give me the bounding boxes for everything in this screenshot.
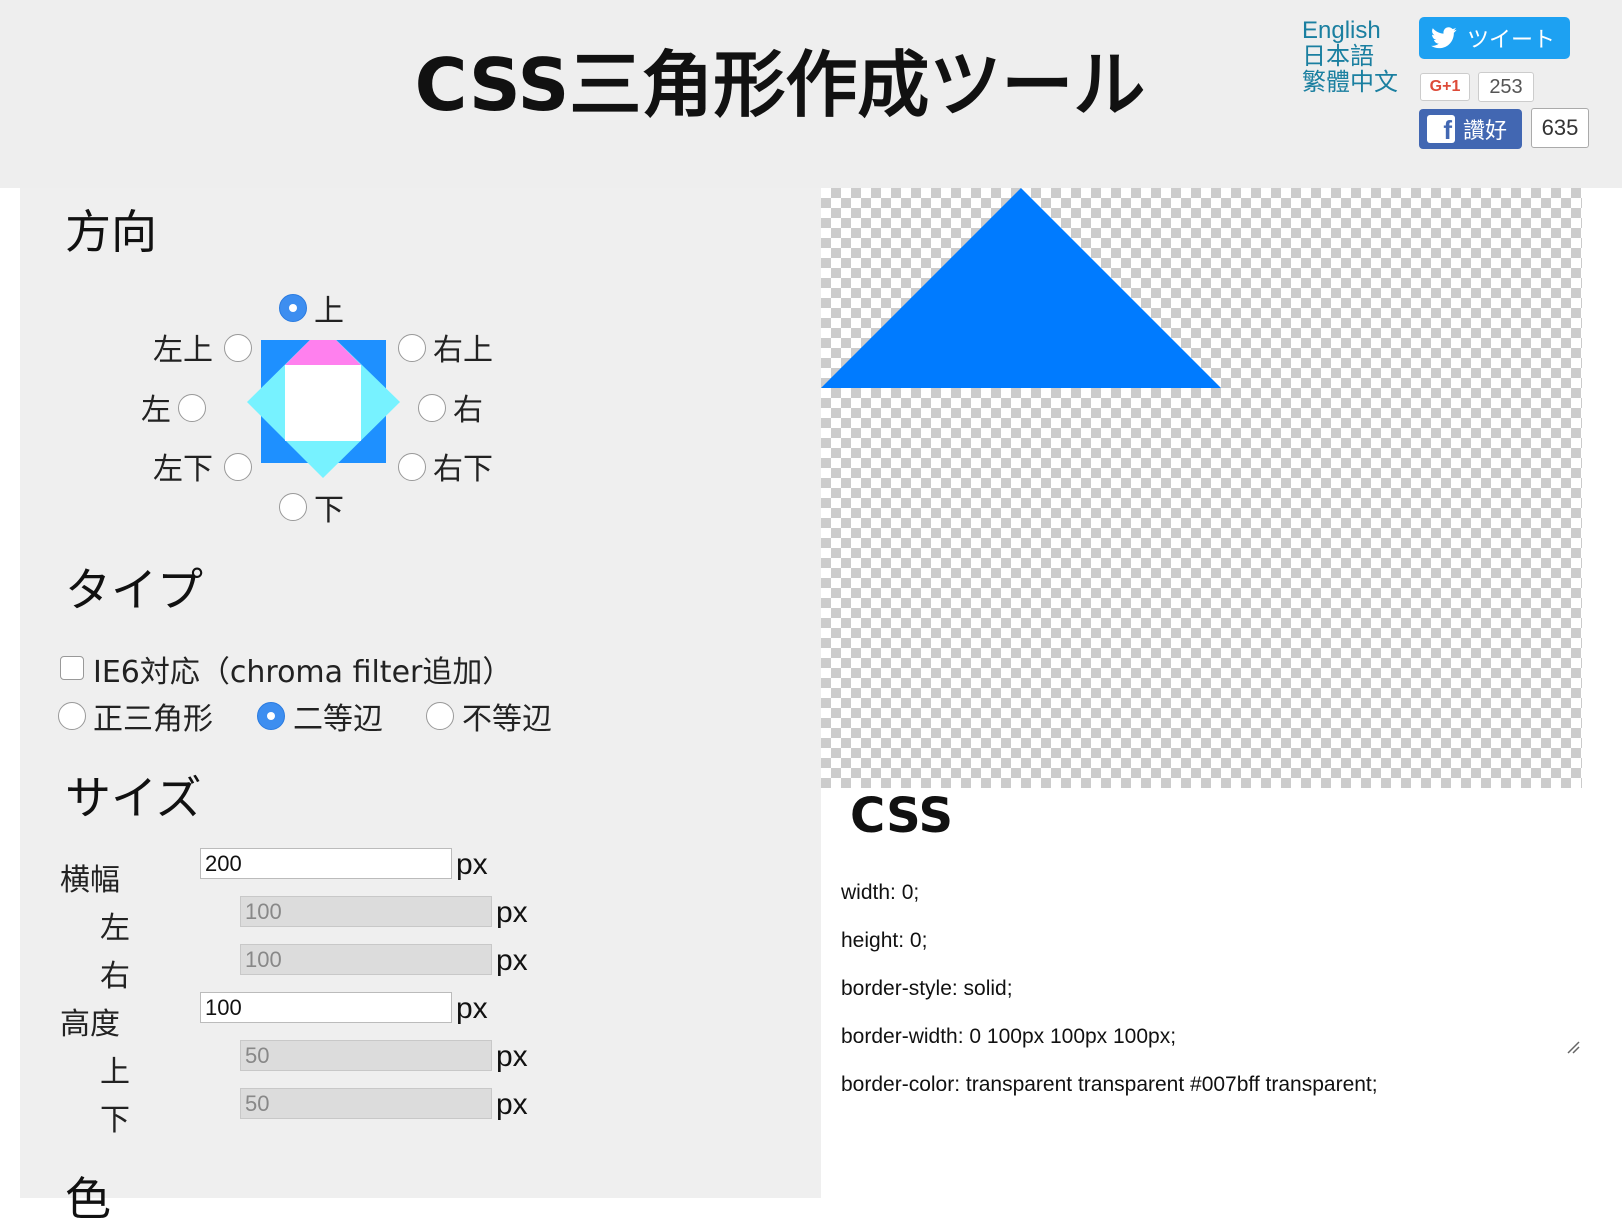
right-width-label: 右 xyxy=(100,959,130,994)
css-heading: CSS xyxy=(850,788,954,844)
tweet-label: ツイート xyxy=(1467,28,1556,53)
top-height-input xyxy=(240,1040,492,1071)
color-heading: 色 xyxy=(65,1172,111,1226)
type-heading: タイプ xyxy=(65,563,203,617)
facebook-like-count: 635 xyxy=(1531,108,1589,148)
facebook-like-label: 讚好 xyxy=(1463,119,1508,144)
type-radio-equilateral[interactable] xyxy=(58,702,86,730)
type-label-equilateral: 正三角形 xyxy=(93,702,213,737)
left-width-unit: px xyxy=(496,896,528,929)
type-label-isosceles: 二等辺 xyxy=(293,702,383,737)
height-label: 高度 xyxy=(60,1007,120,1042)
triangle-preview xyxy=(821,188,1582,788)
css-line: height: 0; xyxy=(841,929,928,952)
top-height-unit: px xyxy=(496,1040,528,1073)
css-line: width: 0; xyxy=(841,881,920,904)
direction-label-down-right: 右下 xyxy=(433,452,493,487)
ie6-label: IE6対応（chroma filter追加） xyxy=(93,655,513,690)
type-radio-scalene[interactable] xyxy=(426,702,454,730)
direction-diagram xyxy=(247,340,400,478)
diagram-center xyxy=(285,365,361,441)
lang-english-link[interactable]: English xyxy=(1302,18,1398,44)
css-line: border-color: transparent transparent #0… xyxy=(841,1073,1378,1096)
right-width-unit: px xyxy=(496,944,528,977)
direction-radio-down[interactable] xyxy=(279,493,307,521)
width-input[interactable] xyxy=(200,848,452,879)
resize-grip-icon[interactable] xyxy=(1566,1040,1580,1054)
width-unit: px xyxy=(456,848,488,881)
header: CSS三角形作成ツール English 日本語 繁體中文 ツイート G+1 25… xyxy=(0,0,1622,188)
gplus-count: 253 xyxy=(1478,72,1534,102)
direction-label-down: 下 xyxy=(314,493,344,528)
css-line: border-style: solid; xyxy=(841,977,1013,1000)
direction-label-right: 右 xyxy=(453,393,483,428)
ie6-checkbox[interactable] xyxy=(60,656,84,680)
language-links: English 日本語 繁體中文 xyxy=(1302,18,1398,96)
width-label: 横幅 xyxy=(60,863,120,898)
direction-radio-up-right[interactable] xyxy=(398,334,426,362)
left-width-input xyxy=(240,896,492,927)
lang-japanese-link[interactable]: 日本語 xyxy=(1302,44,1398,70)
bottom-height-input xyxy=(240,1088,492,1119)
height-unit: px xyxy=(456,992,488,1025)
direction-label-up: 上 xyxy=(314,294,344,329)
lang-chinese-link[interactable]: 繁體中文 xyxy=(1302,70,1398,96)
direction-radio-left[interactable] xyxy=(178,394,206,422)
direction-label-up-left: 左上 xyxy=(153,333,213,368)
type-radio-isosceles[interactable] xyxy=(257,702,285,730)
tweet-button[interactable]: ツイート xyxy=(1419,17,1570,59)
bottom-height-unit: px xyxy=(496,1088,528,1121)
direction-label-up-right: 右上 xyxy=(433,333,493,368)
direction-heading: 方向 xyxy=(65,205,157,259)
bottom-height-label: 下 xyxy=(100,1103,130,1138)
size-heading: サイズ xyxy=(65,771,202,825)
facebook-like-button[interactable]: f 讚好 xyxy=(1419,109,1522,149)
direction-radio-right[interactable] xyxy=(418,394,446,422)
direction-label-left: 左 xyxy=(141,393,171,428)
direction-label-down-left: 左下 xyxy=(153,452,213,487)
left-width-label: 左 xyxy=(100,911,130,946)
direction-radio-down-right[interactable] xyxy=(398,453,426,481)
preview-triangle xyxy=(821,188,1221,388)
type-label-scalene: 不等辺 xyxy=(462,702,552,737)
css-line: border-width: 0 100px 100px 100px; xyxy=(841,1025,1177,1048)
top-height-label: 上 xyxy=(100,1055,130,1090)
gplus-button[interactable]: G+1 xyxy=(1420,73,1470,101)
twitter-bird-icon xyxy=(1431,27,1457,49)
direction-radio-up[interactable] xyxy=(279,294,307,322)
facebook-icon: f xyxy=(1427,115,1455,143)
css-output[interactable]: width: 0; height: 0; border-style: solid… xyxy=(841,857,1581,1096)
right-width-input xyxy=(240,944,492,975)
height-input[interactable] xyxy=(200,992,452,1023)
